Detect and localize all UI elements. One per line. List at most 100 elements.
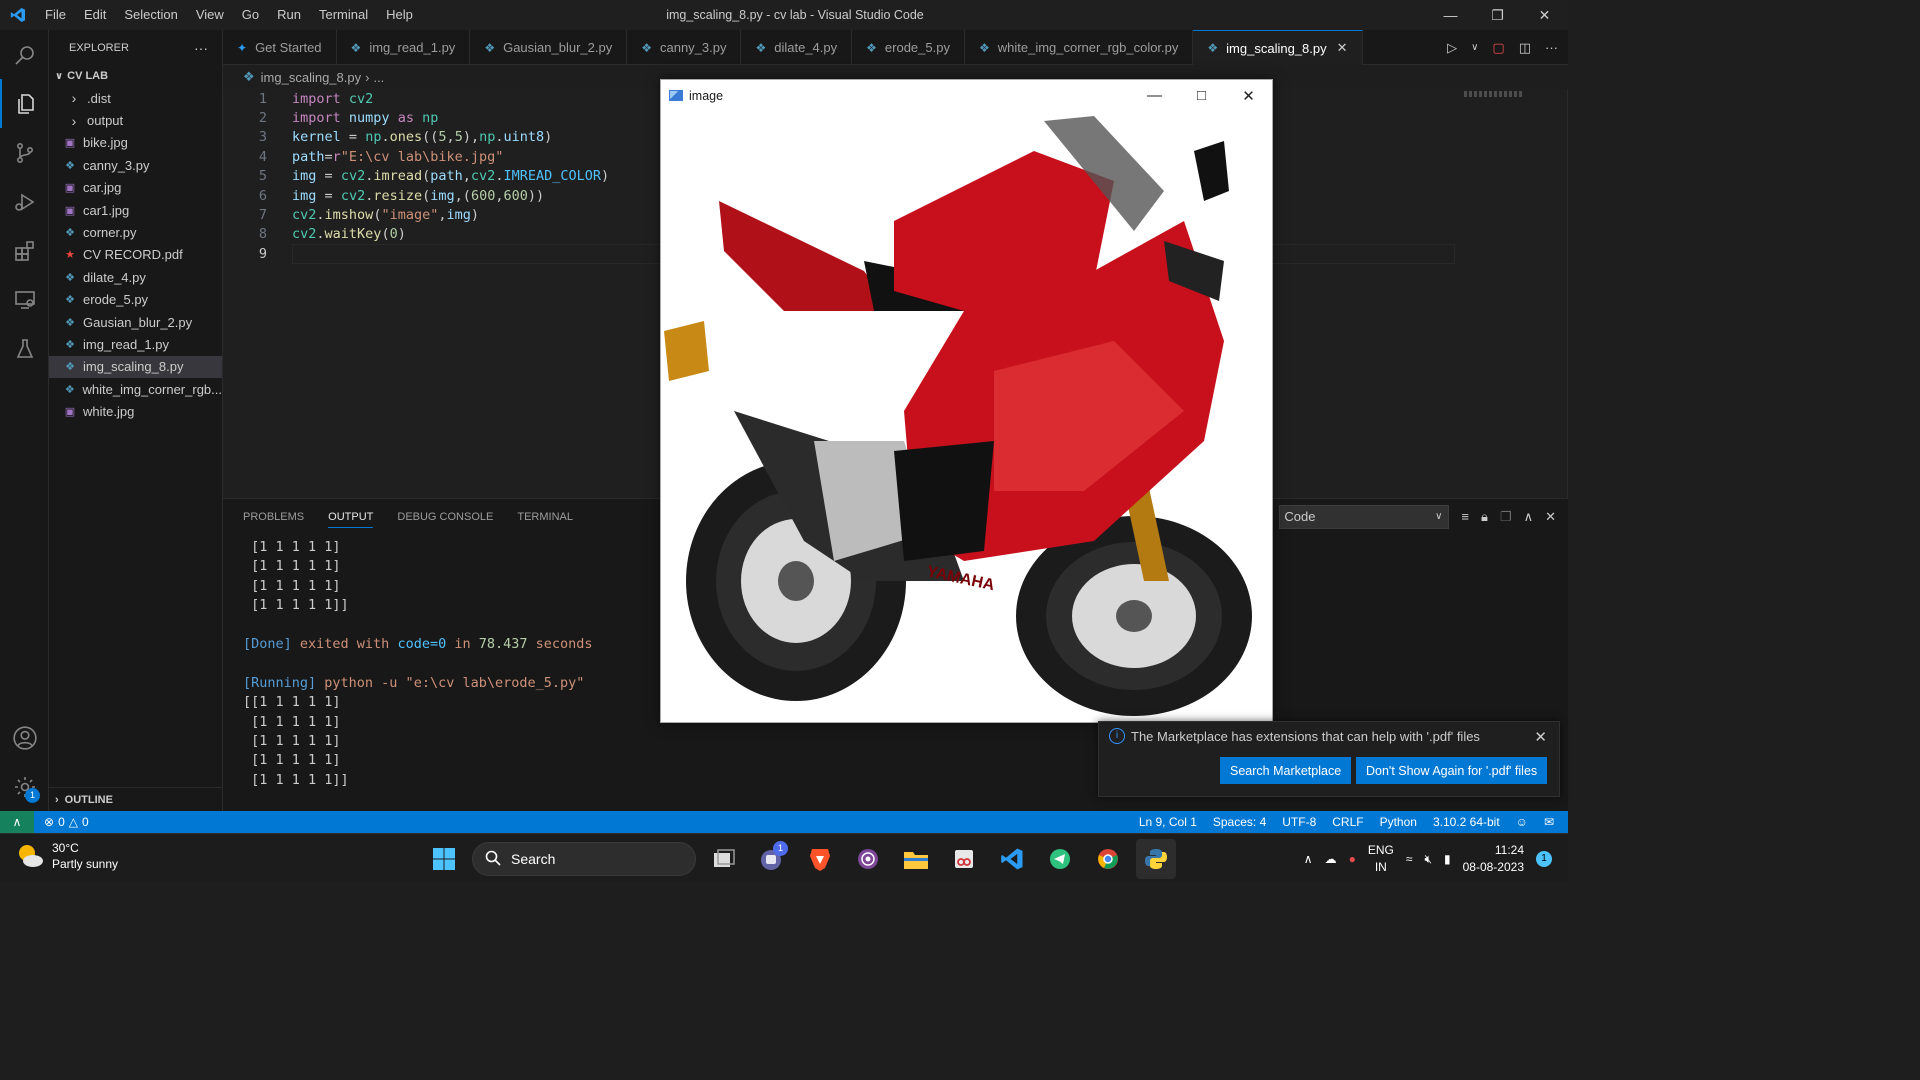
- menu-edit[interactable]: Edit: [75, 0, 115, 30]
- close-button[interactable]: ✕: [1521, 0, 1568, 30]
- notification-close-icon[interactable]: ✕: [1534, 728, 1547, 746]
- remote-indicator-icon[interactable]: ∧: [0, 811, 34, 833]
- start-windows-icon[interactable]: [424, 839, 464, 879]
- vscode-taskbar-icon[interactable]: [992, 839, 1032, 879]
- workspace-folder[interactable]: ∨ CV LAB: [49, 65, 222, 87]
- wifi-icon[interactable]: ≈: [1406, 852, 1413, 866]
- menu-terminal[interactable]: Terminal: [310, 0, 377, 30]
- volume-muted-icon[interactable]: 🔇︎: [1424, 852, 1432, 867]
- editor-more-actions-icon[interactable]: ···: [1545, 40, 1558, 55]
- tree-item[interactable]: ❖ img_scaling_8.py: [49, 355, 222, 379]
- tree-item[interactable]: ❖ Gausian_blur_2.py: [49, 311, 222, 333]
- image-minimize-button[interactable]: —: [1131, 80, 1178, 111]
- tree-item[interactable]: › output: [49, 109, 222, 131]
- app-tray-icon[interactable]: ●: [1349, 852, 1356, 866]
- tab-active[interactable]: ❖ img_scaling_8.py ✕: [1193, 30, 1363, 65]
- clear-output-icon[interactable]: ≡: [1461, 509, 1469, 524]
- notifications-bell-icon[interactable]: ✉: [1544, 815, 1554, 829]
- extensions-icon[interactable]: [0, 226, 49, 275]
- menu-file[interactable]: File: [36, 0, 75, 30]
- end-of-line[interactable]: CRLF: [1332, 815, 1363, 829]
- breadcrumb-rest[interactable]: ...: [373, 70, 384, 85]
- outline-section[interactable]: › OUTLINE: [49, 787, 223, 811]
- tree-item[interactable]: ❖ dilate_4.py: [49, 266, 222, 288]
- language-mode[interactable]: Python: [1380, 815, 1417, 829]
- tree-item[interactable]: › .dist: [49, 87, 222, 109]
- maximize-panel-chevron-icon[interactable]: ∧: [1524, 509, 1534, 525]
- file-explorer-icon[interactable]: [896, 839, 936, 879]
- feedback-icon[interactable]: ☺: [1516, 815, 1528, 829]
- snipping-tool-icon[interactable]: [944, 839, 984, 879]
- image-maximize-button[interactable]: □: [1178, 80, 1225, 111]
- tree-item[interactable]: ★ CV RECORD.pdf: [49, 244, 222, 266]
- battery-icon[interactable]: ▮: [1444, 852, 1451, 866]
- tab[interactable]: ❖ white_img_corner_rgb_color.py: [965, 30, 1194, 65]
- onedrive-cloud-icon[interactable]: ☁: [1325, 852, 1337, 866]
- tree-item[interactable]: ❖ canny_3.py: [49, 154, 222, 176]
- task-view-icon[interactable]: [704, 839, 744, 879]
- minimap[interactable]: [1464, 89, 1568, 498]
- tab[interactable]: ❖ img_read_1.py: [337, 30, 471, 65]
- output-source-select[interactable]: Code ∨: [1279, 504, 1450, 529]
- split-editor-icon[interactable]: ◫: [1519, 40, 1531, 56]
- manage-gear-icon[interactable]: 1: [0, 762, 49, 811]
- more-actions-icon[interactable]: ···: [194, 40, 208, 56]
- problems-status[interactable]: ⊗ 0 △ 0: [34, 815, 89, 829]
- vscode-logo-icon[interactable]: [0, 0, 36, 30]
- indentation[interactable]: Spaces: 4: [1213, 815, 1266, 829]
- menu-go[interactable]: Go: [233, 0, 268, 30]
- opencv-image-window[interactable]: image — □ ✕ YAMAHA: [660, 79, 1273, 723]
- tab-output[interactable]: OUTPUT: [328, 506, 374, 528]
- testing-icon[interactable]: [0, 324, 49, 373]
- brave-browser-icon[interactable]: [800, 839, 840, 879]
- open-output-editor-icon[interactable]: ❐: [1500, 509, 1512, 525]
- dont-show-again-button[interactable]: Don't Show Again for '.pdf' files: [1356, 757, 1548, 784]
- clock[interactable]: 11:24 08-08-2023: [1463, 842, 1524, 876]
- teams-chat-icon[interactable]: 1: [752, 839, 792, 879]
- search-marketplace-button[interactable]: Search Marketplace: [1220, 757, 1352, 784]
- tree-item[interactable]: ▣ white.jpg: [49, 400, 222, 422]
- run-dropdown-chevron-icon[interactable]: ∨: [1471, 42, 1478, 53]
- tree-item[interactable]: ▣ bike.jpg: [49, 132, 222, 154]
- minimize-button[interactable]: —: [1427, 0, 1474, 30]
- show-hidden-icons-chevron-icon[interactable]: ∧: [1304, 852, 1313, 866]
- image-close-button[interactable]: ✕: [1225, 80, 1272, 111]
- tree-item[interactable]: ▣ car.jpg: [49, 177, 222, 199]
- weather-widget[interactable]: 30°C Partly sunny: [16, 840, 118, 872]
- stop-icon[interactable]: ▢: [1492, 40, 1504, 56]
- taskbar-search-box[interactable]: Search: [472, 842, 696, 876]
- menu-selection[interactable]: Selection: [115, 0, 186, 30]
- tree-item[interactable]: ▣ car1.jpg: [49, 199, 222, 221]
- chrome-icon[interactable]: [1088, 839, 1128, 879]
- tree-item[interactable]: ❖ corner.py: [49, 221, 222, 243]
- python-interpreter[interactable]: 3.10.2 64-bit: [1433, 815, 1500, 829]
- tab[interactable]: ✦ Get Started: [223, 30, 337, 65]
- search-icon[interactable]: [0, 30, 49, 79]
- encoding[interactable]: UTF-8: [1282, 815, 1316, 829]
- image-window-titlebar[interactable]: image — □ ✕: [661, 80, 1272, 111]
- tab[interactable]: ❖ canny_3.py: [627, 30, 742, 65]
- tab[interactable]: ❖ Gausian_blur_2.py: [470, 30, 628, 65]
- tree-item[interactable]: ❖ white_img_corner_rgb...: [49, 378, 222, 400]
- explorer-icon[interactable]: [0, 79, 49, 128]
- tab-terminal[interactable]: TERMINAL: [517, 511, 573, 523]
- menu-help[interactable]: Help: [377, 0, 422, 30]
- notification-center-badge[interactable]: 1: [1536, 851, 1552, 867]
- tab[interactable]: ❖ dilate_4.py: [741, 30, 853, 65]
- tor-browser-icon[interactable]: [848, 839, 888, 879]
- tree-item[interactable]: ❖ img_read_1.py: [49, 333, 222, 355]
- tree-item[interactable]: ❖ erode_5.py: [49, 289, 222, 311]
- menu-view[interactable]: View: [187, 0, 233, 30]
- language-indicator[interactable]: ENG IN: [1368, 842, 1394, 876]
- run-file-icon[interactable]: ▷: [1447, 40, 1457, 56]
- remote-explorer-icon[interactable]: [0, 275, 49, 324]
- breadcrumb-file[interactable]: img_scaling_8.py: [261, 70, 361, 85]
- source-control-icon[interactable]: [0, 128, 49, 177]
- output-content[interactable]: [1 1 1 1 1] [1 1 1 1 1] [1 1 1 1 1] [1 1…: [243, 539, 593, 791]
- run-debug-icon[interactable]: [0, 177, 49, 226]
- close-panel-icon[interactable]: ✕: [1545, 509, 1556, 525]
- tab-debug-console[interactable]: DEBUG CONSOLE: [397, 511, 493, 523]
- accounts-icon[interactable]: [0, 713, 49, 762]
- restore-button[interactable]: ❐: [1474, 0, 1521, 30]
- tab[interactable]: ❖ erode_5.py: [852, 30, 965, 65]
